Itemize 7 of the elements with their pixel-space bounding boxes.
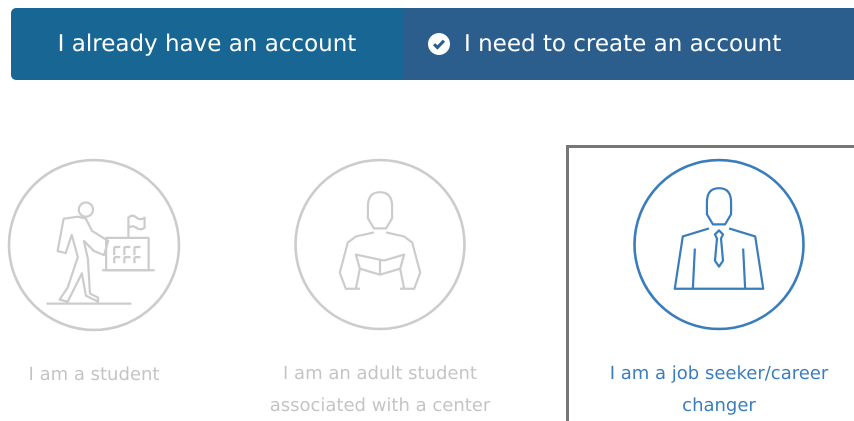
option-label: I am a job seeker/career changer (608, 362, 830, 418)
check-icon (428, 33, 450, 55)
option-label: I am an adult student associated with a center (268, 362, 492, 418)
tab[interactable]: I need to create an account (403, 8, 854, 80)
option-card[interactable]: I am a job seeker/career changer (566, 145, 854, 421)
tab[interactable]: I already have an account (11, 8, 403, 80)
option-label: I am a student (28, 363, 160, 387)
